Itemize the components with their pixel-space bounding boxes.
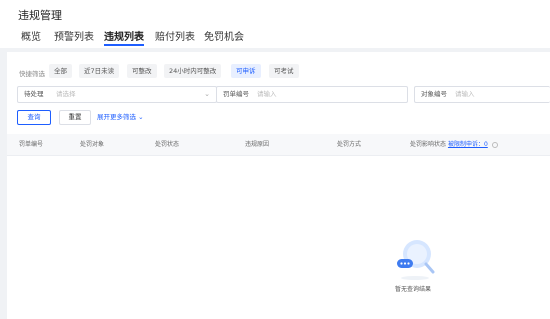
status-select-placeholder: 请选择 bbox=[56, 90, 76, 98]
page-header: 违规管理 概览 预警列表 违规列表 赔付列表 免罚机会 bbox=[0, 0, 550, 48]
object-number-label: 对象编号 bbox=[421, 90, 447, 98]
object-number-placeholder: 请输入 bbox=[455, 90, 475, 98]
status-select-label: 待处理 bbox=[24, 90, 44, 98]
chip-exam-available[interactable]: 可考试 bbox=[269, 64, 299, 78]
chip-last-7-days-unread[interactable]: 近7日未读 bbox=[79, 64, 120, 78]
column-penalty-object: 处罚对象 bbox=[80, 141, 105, 148]
expand-filters-label: 展开更多筛选 bbox=[97, 113, 136, 121]
tab-warning-list[interactable]: 预警列表 bbox=[54, 28, 94, 46]
column-violation-reason: 违规原因 bbox=[245, 141, 270, 148]
column-penalty-impact: 处罚影响状态 被限制申诉：0 bbox=[410, 134, 498, 156]
info-icon bbox=[491, 141, 498, 148]
ticket-number-label: 罚单编号 bbox=[223, 90, 249, 98]
tab-violation-list[interactable]: 违规列表 bbox=[104, 28, 144, 46]
chip-all[interactable]: 全部 bbox=[49, 64, 72, 78]
object-number-input[interactable]: 对象编号 请输入 bbox=[414, 86, 550, 103]
tab-compensation-list[interactable]: 赔付列表 bbox=[155, 28, 195, 46]
chip-appealable[interactable]: 可申诉 bbox=[231, 64, 261, 78]
quick-filter-label: 快捷筛选 bbox=[19, 70, 45, 78]
status-select[interactable]: 待处理 请选择 ⌄ bbox=[17, 86, 217, 103]
query-button[interactable]: 查询 bbox=[17, 110, 51, 125]
chevron-down-icon: ⌄ bbox=[204, 90, 210, 98]
chevron-down-icon: ⌄ bbox=[138, 113, 144, 121]
column-penalty-status: 处罚状态 bbox=[155, 141, 180, 148]
ticket-number-input[interactable]: 罚单编号 请输入 bbox=[216, 86, 408, 103]
restricted-appeal-link[interactable]: 被限制申诉：0 bbox=[448, 141, 488, 148]
tab-penalty-waiver[interactable]: 免罚机会 bbox=[204, 28, 244, 46]
reset-button[interactable]: 重置 bbox=[59, 110, 91, 125]
empty-state: 暂无查询结果 bbox=[385, 234, 441, 294]
tab-overview[interactable]: 概览 bbox=[21, 28, 41, 46]
main-panel: 快捷筛选 全部 近7日未读 可整改 24小时内可整改 可申诉 可考试 待处理 请… bbox=[7, 52, 550, 319]
column-penalty-method: 处罚方式 bbox=[337, 141, 362, 148]
column-penalty-impact-label: 处罚影响状态 bbox=[410, 141, 447, 148]
table-header: 罚单编号 处罚对象 处罚状态 违规原因 处罚方式 处罚影响状态 被限制申诉：0 bbox=[7, 134, 550, 156]
expand-filters-link[interactable]: 展开更多筛选 ⌄ bbox=[97, 110, 144, 125]
page-title: 违规管理 bbox=[18, 9, 62, 22]
chip-rectifiable[interactable]: 可整改 bbox=[127, 64, 157, 78]
empty-state-text: 暂无查询结果 bbox=[394, 286, 431, 293]
chip-rectifiable-24h[interactable]: 24小时内可整改 bbox=[164, 64, 222, 78]
ticket-number-placeholder: 请输入 bbox=[257, 90, 277, 98]
column-ticket-number: 罚单编号 bbox=[19, 141, 44, 148]
empty-search-icon bbox=[397, 240, 435, 280]
